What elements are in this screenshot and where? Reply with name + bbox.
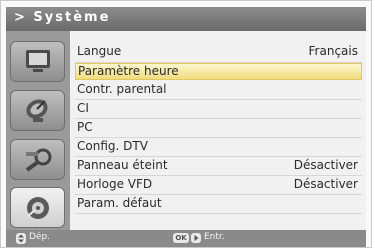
menu-item-label: CI (77, 101, 89, 115)
menu-item-ci[interactable]: CI (75, 101, 362, 118)
osd-window: > Système Langue Français Paramètre heur… (0, 0, 372, 248)
menu-item-parametre-heure[interactable]: Paramètre heure (75, 63, 362, 80)
menu-item-label: Paramètre heure (78, 64, 179, 78)
divider (75, 99, 362, 100)
menu-item-label: Langue (77, 44, 122, 58)
tv-icon (26, 50, 50, 72)
menu-item-label: PC (77, 120, 93, 134)
menu-item-value: Désactiver (293, 177, 358, 191)
page-title: > Système (14, 10, 111, 25)
menu-item-param-defaut[interactable]: Param. défaut (75, 196, 362, 213)
divider (75, 137, 362, 138)
divider (75, 156, 362, 157)
menu-item-horloge-vfd[interactable]: Horloge VFD Désactiver (75, 177, 362, 194)
menu-item-label: Panneau éteint (77, 158, 168, 172)
ok-key-icon: OK (173, 233, 189, 243)
menu-item-controle-parental[interactable]: Contr. parental (75, 82, 362, 99)
category-tile-satellite[interactable] (10, 90, 65, 131)
divider (75, 118, 362, 119)
menu-item-value: Français (308, 44, 358, 58)
category-sidebar (6, 31, 70, 230)
settings-menu-list: Langue Français Paramètre heure Contr. p… (70, 31, 366, 230)
menu-item-langue[interactable]: Langue Français (75, 44, 362, 61)
menu-item-label: Config. DTV (77, 139, 148, 153)
up-down-key-icon (16, 233, 26, 244)
tools-icon (25, 148, 52, 172)
enter-hint-label: Entr. (204, 232, 225, 242)
menu-item-label: Horloge VFD (77, 177, 153, 191)
divider (75, 194, 362, 195)
settings-disc-icon (27, 197, 49, 219)
menu-item-value: Désactiver (293, 158, 358, 172)
menu-header: > Système (6, 7, 366, 31)
category-tile-system[interactable] (10, 187, 65, 228)
satellite-dish-icon (26, 99, 48, 122)
category-tile-tv[interactable] (10, 41, 65, 82)
divider (75, 213, 362, 214)
menu-item-label: Param. défaut (77, 196, 162, 210)
right-arrow-key-icon (191, 233, 201, 243)
menu-item-config-dtv[interactable]: Config. DTV (75, 139, 362, 156)
menu-item-panneau-eteint[interactable]: Panneau éteint Désactiver (75, 158, 362, 175)
move-hint-label: Dép. (29, 232, 51, 242)
menu-item-pc[interactable]: PC (75, 120, 362, 137)
category-tile-tools[interactable] (10, 139, 65, 180)
key-hint-bar: Dép. OK Entr. (6, 230, 366, 247)
divider (75, 175, 362, 176)
menu-item-label: Contr. parental (77, 82, 167, 96)
